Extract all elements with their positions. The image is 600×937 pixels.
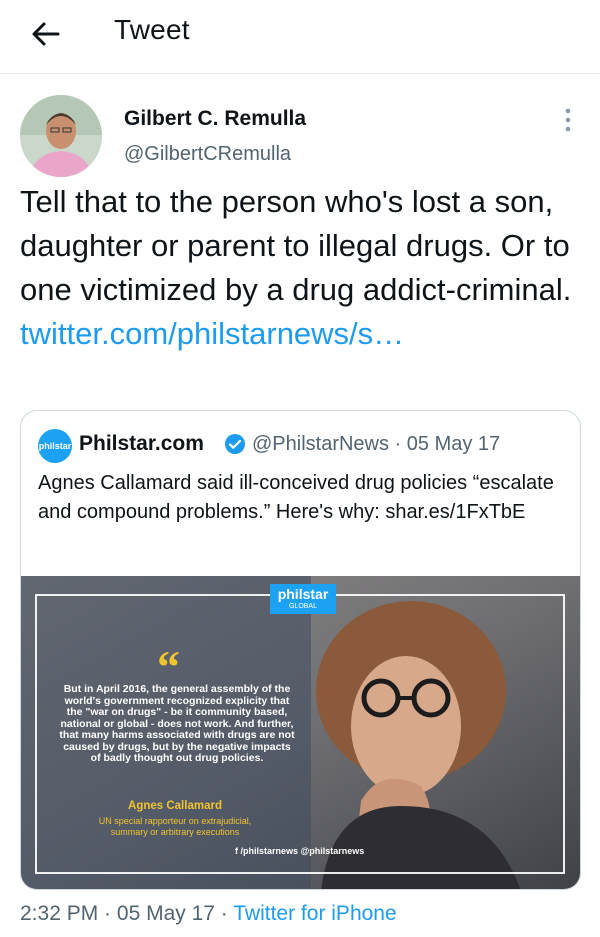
- tweet-link[interactable]: twitter.com/philstarnews/s…: [20, 316, 404, 351]
- card-author: Agnes Callamard: [128, 800, 222, 812]
- quote-card: philstar GLOBAL “ But in April 2016, the…: [35, 584, 565, 874]
- back-arrow-icon[interactable]: [28, 16, 64, 52]
- card-social: f /philstarnews @philstarnews: [235, 846, 365, 856]
- author-name[interactable]: Gilbert C. Remulla: [124, 107, 306, 131]
- tweet-time: 2:32 PM: [20, 902, 99, 925]
- card-brand-sub: GLOBAL: [288, 603, 317, 610]
- avatar[interactable]: [20, 95, 102, 177]
- author-handle[interactable]: @GilbertCRemulla: [124, 143, 291, 166]
- quoted-image[interactable]: philstar GLOBAL “ But in April 2016, the…: [21, 576, 580, 889]
- verified-badge-icon: [225, 434, 245, 454]
- top-bar: Tweet: [0, 0, 600, 74]
- tweet-timestamp: 2:32 PM · 05 May 17 · Twitter for iPhone: [20, 902, 397, 926]
- card-role: UN special rapporteur on extrajudicial, …: [98, 816, 252, 837]
- tweet-date: 05 May 17: [116, 902, 215, 925]
- tweet-body: Tell that to the person who's lost a son…: [20, 184, 572, 307]
- quoted-handle-date: @PhilstarNews · 05 May 17: [252, 433, 501, 455]
- quoted-text: Agnes Callamard said ill-conceived drug …: [38, 472, 554, 523]
- card-brand: philstar: [277, 586, 329, 602]
- philstar-logo: philstar GLOBAL: [270, 584, 336, 614]
- tweet-source[interactable]: Twitter for iPhone: [233, 902, 396, 925]
- quoted-avatar: philstar: [38, 429, 72, 463]
- more-vertical-icon[interactable]: [556, 106, 580, 134]
- separator-1: ·: [98, 902, 117, 925]
- tweet-text: Tell that to the person who's lost a son…: [20, 180, 580, 356]
- separator-2: ·: [214, 902, 234, 925]
- avatar-image: [20, 95, 102, 177]
- quoted-author-name: Philstar.com: [79, 432, 204, 455]
- card-quote-text: But in April 2016, the general assembly …: [59, 683, 295, 764]
- quoted-tweet[interactable]: philstar Philstar.com @PhilstarNews · 05…: [20, 410, 581, 890]
- page-title: Tweet: [114, 14, 190, 45]
